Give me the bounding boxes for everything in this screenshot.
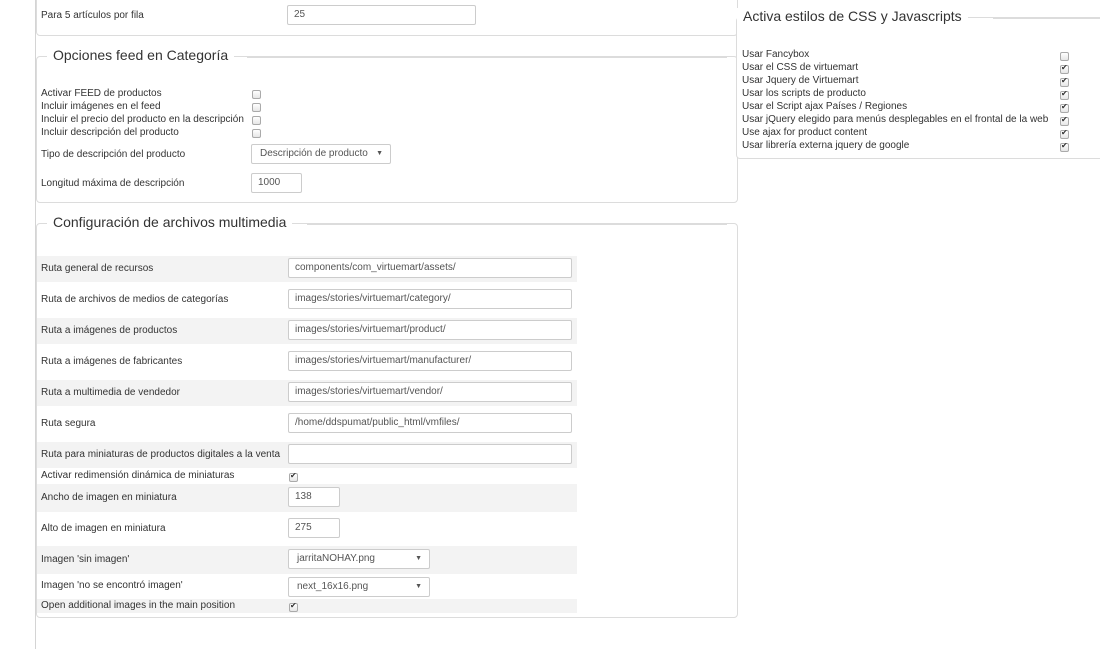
product-scripts-checkbox[interactable]	[1060, 89, 1069, 100]
path-label: Ruta segura	[41, 418, 96, 429]
feed-activate-checkbox[interactable]	[252, 90, 261, 99]
desc-type-label: Tipo de descripción del producto	[41, 149, 186, 160]
feed-activate-label: Activar FEED de productos	[41, 88, 162, 99]
google-jquery-checkbox[interactable]	[1060, 141, 1069, 152]
not-found-value: next_16x16.png	[297, 581, 369, 592]
path-label: Ruta a multimedia de vendedor	[41, 387, 180, 398]
media-section-box: Configuración de archivos multimedia Rut…	[36, 214, 738, 618]
path-row: Ruta a imágenes de fabricantes images/st…	[37, 349, 577, 375]
path-label: Ruta a imágenes de productos	[41, 325, 178, 336]
path-row: Ruta a imágenes de productos images/stor…	[37, 318, 577, 344]
google-jquery-label: Usar librería externa jquery de google	[742, 140, 910, 151]
path-input[interactable]: images/stories/virtuemart/manufacturer/	[288, 351, 572, 371]
path-row: Ruta de archivos de medios de categorías…	[37, 287, 577, 313]
caret-down-icon: ▼	[376, 150, 383, 157]
feed-images-label: Incluir imágenes en el feed	[41, 101, 161, 112]
not-found-select[interactable]: next_16x16.png ▼	[288, 577, 430, 597]
no-image-select[interactable]: jarritaNOHAY.png ▼	[288, 549, 430, 569]
vm-css-label: Usar el CSS de virtuemart	[742, 62, 859, 73]
no-image-label: Imagen 'sin imagen'	[41, 554, 130, 565]
dynamic-resize-checkbox[interactable]	[289, 471, 298, 482]
thumb-height-label: Alto de imagen en miniatura	[41, 523, 166, 534]
product-scripts-label: Usar los scripts de producto	[742, 88, 866, 99]
path-input[interactable]: /home/ddspumat/public_html/vmfiles/	[288, 413, 572, 433]
thumb-width-row: Ancho de imagen en miniatura 138	[37, 484, 577, 512]
fancybox-label: Usar Fancybox	[742, 49, 810, 60]
fancybox-checkbox[interactable]	[1060, 52, 1069, 61]
feed-section-box: Opciones feed en Categoría Activar FEED …	[36, 47, 738, 203]
css-js-legend-line	[993, 18, 1100, 19]
path-row: Ruta para miniaturas de productos digita…	[37, 442, 577, 468]
max-length-input[interactable]: 1000	[251, 173, 302, 193]
not-found-row: Imagen 'no se encontró imagen' next_16x1…	[37, 574, 577, 598]
path-label: Ruta para miniaturas de productos digita…	[41, 449, 281, 460]
vm-jquery-label: Usar Jquery de Virtuemart	[742, 75, 859, 86]
per-row-label: Para 5 artículos por fila	[41, 10, 144, 21]
path-input[interactable]: images/stories/virtuemart/vendor/	[288, 382, 572, 402]
additional-images-row: Open additional images in the main posit…	[37, 599, 577, 613]
dynamic-resize-row: Activar redimensión dinámica de miniatur…	[37, 469, 577, 483]
feed-description-checkbox[interactable]	[252, 129, 261, 138]
desc-type-select[interactable]: Descripción de producto ▼	[251, 144, 391, 164]
dynamic-resize-label: Activar redimensión dinámica de miniatur…	[41, 470, 235, 481]
vm-css-checkbox[interactable]	[1060, 63, 1069, 74]
feed-section-title: Opciones feed en Categoría	[47, 47, 235, 63]
css-js-section-box: Activa estilos de CSS y Javascripts Usar…	[736, 8, 1100, 159]
ajax-product-checkbox[interactable]	[1060, 128, 1069, 139]
jquery-dropdowns-checkbox[interactable]	[1060, 115, 1069, 126]
feed-description-label: Incluir descripción del producto	[41, 127, 179, 138]
path-label: Ruta general de recursos	[41, 263, 154, 274]
feed-images-checkbox[interactable]	[252, 103, 261, 112]
path-row: Ruta segura /home/ddspumat/public_html/v…	[37, 411, 577, 437]
path-row: Ruta a multimedia de vendedor images/sto…	[37, 380, 577, 406]
thumb-width-input[interactable]: 138	[288, 487, 340, 507]
jquery-dropdowns-label: Usar jQuery elegido para menús desplegab…	[742, 114, 1049, 125]
feed-price-checkbox[interactable]	[252, 116, 261, 125]
no-image-row: Imagen 'sin imagen' jarritaNOHAY.png ▼	[37, 546, 577, 574]
thumb-height-row: Alto de imagen en miniatura 275	[37, 515, 577, 543]
path-input[interactable]: images/stories/virtuemart/product/	[288, 320, 572, 340]
per-row-input[interactable]: 25	[287, 5, 476, 25]
path-input[interactable]: components/com_virtuemart/assets/	[288, 258, 572, 278]
media-section-title: Configuración de archivos multimedia	[47, 214, 293, 230]
ajax-countries-label: Usar el Script ajax Países / Regiones	[742, 101, 908, 112]
thumb-width-label: Ancho de imagen en miniatura	[41, 492, 177, 503]
max-length-label: Longitud máxima de descripción	[41, 178, 185, 189]
css-js-section-title: Activa estilos de CSS y Javascripts	[737, 8, 968, 24]
ajax-product-label: Use ajax for product content	[742, 127, 868, 138]
thumb-height-input[interactable]: 275	[288, 518, 340, 538]
feed-legend-line	[247, 57, 727, 58]
path-label: Ruta de archivos de medios de categorías	[41, 294, 229, 305]
additional-images-checkbox[interactable]	[289, 601, 298, 612]
ajax-countries-checkbox[interactable]	[1060, 102, 1069, 113]
caret-down-icon: ▼	[415, 555, 422, 562]
path-label: Ruta a imágenes de fabricantes	[41, 356, 183, 367]
caret-down-icon: ▼	[415, 583, 422, 590]
top-section-box: Para 5 artículos por fila 25	[36, 0, 738, 36]
no-image-value: jarritaNOHAY.png	[297, 553, 375, 564]
media-legend-line	[307, 224, 727, 225]
vm-jquery-checkbox[interactable]	[1060, 76, 1069, 87]
path-row: Ruta general de recursos components/com_…	[37, 256, 577, 282]
desc-type-value: Descripción de producto	[260, 148, 368, 159]
path-input[interactable]	[288, 444, 572, 464]
path-input[interactable]: images/stories/virtuemart/category/	[288, 289, 572, 309]
feed-price-label: Incluir el precio del producto en la des…	[41, 114, 244, 125]
not-found-label: Imagen 'no se encontró imagen'	[41, 580, 183, 591]
additional-images-label: Open additional images in the main posit…	[41, 600, 236, 611]
